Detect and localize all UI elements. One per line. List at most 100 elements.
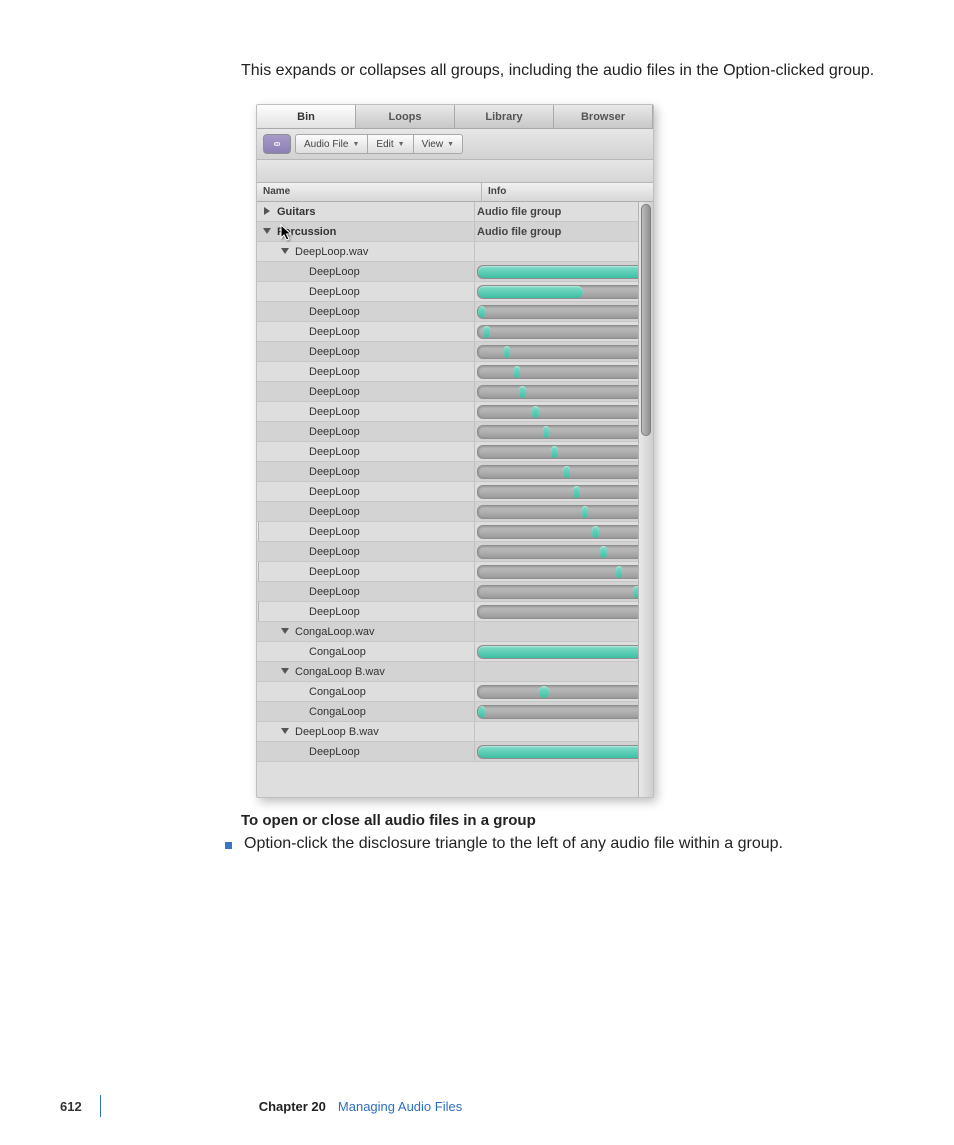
column-header-info[interactable]: Info: [482, 183, 653, 201]
disclosure-triangle-icon[interactable]: [281, 727, 291, 737]
row-label: DeepLoop: [309, 346, 360, 358]
table-row[interactable]: DeepLoop: [257, 742, 653, 762]
table-row[interactable]: DeepLoop: [257, 442, 653, 462]
link-icon[interactable]: [263, 134, 291, 154]
row-label: DeepLoop: [309, 546, 360, 558]
table-row[interactable]: DeepLoop: [257, 342, 653, 362]
tab-bar: BinLoopsLibraryBrowser: [257, 105, 653, 129]
region-bar-fill: [478, 706, 485, 718]
disclosure-triangle-icon[interactable]: [263, 227, 273, 237]
table-row[interactable]: CongaLoop B.wav: [257, 662, 653, 682]
disclosure-triangle-icon[interactable]: [281, 627, 291, 637]
table-row[interactable]: DeepLoop: [257, 582, 653, 602]
row-label: CongaLoop: [309, 646, 366, 658]
table-row[interactable]: PercussionAudio file group: [257, 222, 653, 242]
region-bar-fill: [616, 566, 623, 578]
region-bar: [477, 405, 649, 419]
row-label: DeepLoop: [309, 306, 360, 318]
row-label: CongaLoop B.wav: [295, 666, 385, 678]
row-label: DeepLoop: [309, 366, 360, 378]
region-bar: [477, 345, 649, 359]
region-bar-fill: [514, 366, 521, 378]
row-label: CongaLoop: [309, 706, 366, 718]
region-bar-fill: [478, 286, 583, 298]
region-bar: [477, 425, 649, 439]
region-bar: [477, 505, 649, 519]
bullet-text: Option-click the disclosure triangle to …: [244, 835, 783, 853]
table-row[interactable]: DeepLoop: [257, 542, 653, 562]
bullet-square-icon: [225, 842, 232, 849]
table-row[interactable]: DeepLoop B.wav: [257, 722, 653, 742]
table-row[interactable]: DeepLoop: [257, 562, 653, 582]
mouse-cursor-icon: [280, 224, 294, 242]
row-label: DeepLoop: [309, 606, 360, 618]
region-bar-fill: [592, 526, 599, 538]
table-row[interactable]: DeepLoop: [257, 382, 653, 402]
toolbar-menu-group: Audio File▼Edit▼View▼: [295, 134, 463, 154]
scroll-thumb[interactable]: [641, 204, 651, 436]
vertical-scrollbar[interactable]: [638, 202, 653, 798]
row-label: CongaLoop: [309, 686, 366, 698]
table-row[interactable]: DeepLoop: [257, 282, 653, 302]
audio-file-menu[interactable]: Audio File▼: [295, 134, 367, 154]
table-row[interactable]: CongaLoop: [257, 642, 653, 662]
bullet-item: Option-click the disclosure triangle to …: [225, 835, 905, 853]
disclosure-triangle-icon[interactable]: [281, 247, 291, 257]
table-row[interactable]: CongaLoop.wav: [257, 622, 653, 642]
region-bar: [477, 645, 649, 659]
row-label: DeepLoop: [309, 286, 360, 298]
tab-loops[interactable]: Loops: [356, 105, 455, 129]
table-row[interactable]: DeepLoop.wav: [257, 242, 653, 262]
view-menu[interactable]: View▼: [413, 134, 463, 154]
region-bar: [477, 525, 649, 539]
tab-bin[interactable]: Bin: [257, 105, 356, 129]
toolbar-spacer: [257, 160, 653, 183]
region-bar: [477, 325, 649, 339]
disclosure-triangle-icon[interactable]: [281, 667, 291, 677]
region-bar-fill: [478, 646, 648, 658]
row-label: DeepLoop: [309, 426, 360, 438]
table-row[interactable]: CongaLoop: [257, 682, 653, 702]
table-row[interactable]: DeepLoop: [257, 522, 653, 542]
row-info-text: Audio file group: [475, 222, 653, 241]
toolbar: Audio File▼Edit▼View▼: [257, 129, 653, 160]
region-bar-fill: [543, 426, 550, 438]
region-bar-fill: [478, 746, 648, 758]
region-bar: [477, 545, 649, 559]
row-label: DeepLoop B.wav: [295, 726, 379, 738]
table-row[interactable]: DeepLoop: [257, 262, 653, 282]
region-bar: [477, 745, 649, 759]
row-label: CongaLoop.wav: [295, 626, 375, 638]
table-row[interactable]: CongaLoop: [257, 702, 653, 722]
row-label: DeepLoop: [309, 506, 360, 518]
region-bar-fill: [551, 446, 558, 458]
table-row[interactable]: DeepLoop: [257, 422, 653, 442]
tab-library[interactable]: Library: [455, 105, 554, 129]
table-row[interactable]: GuitarsAudio file group: [257, 202, 653, 222]
row-label: DeepLoop: [309, 486, 360, 498]
table-row[interactable]: DeepLoop: [257, 402, 653, 422]
region-bar: [477, 305, 649, 319]
region-bar: [477, 605, 649, 619]
tab-browser[interactable]: Browser: [554, 105, 653, 129]
table-row[interactable]: DeepLoop: [257, 322, 653, 342]
disclosure-triangle-icon[interactable]: [263, 207, 273, 217]
table-row[interactable]: DeepLoop: [257, 302, 653, 322]
table-row[interactable]: DeepLoop: [257, 362, 653, 382]
table-row[interactable]: DeepLoop: [257, 462, 653, 482]
table-row[interactable]: DeepLoop: [257, 602, 653, 622]
column-header-name[interactable]: Name: [257, 183, 482, 201]
column-headers: Name Info: [257, 183, 653, 202]
region-bar: [477, 385, 649, 399]
region-bar-fill: [504, 346, 511, 358]
edit-menu[interactable]: Edit▼: [367, 134, 412, 154]
region-bar: [477, 705, 649, 719]
row-label: DeepLoop: [309, 586, 360, 598]
dropdown-triangle-icon: ▼: [352, 141, 359, 148]
table-row[interactable]: DeepLoop: [257, 482, 653, 502]
audio-bin-panel: BinLoopsLibraryBrowser Audio File▼Edit▼V…: [256, 104, 654, 798]
row-label: DeepLoop.wav: [295, 246, 368, 258]
table-row[interactable]: DeepLoop: [257, 502, 653, 522]
page-number: 612: [60, 1099, 82, 1114]
region-bar-fill: [519, 386, 526, 398]
